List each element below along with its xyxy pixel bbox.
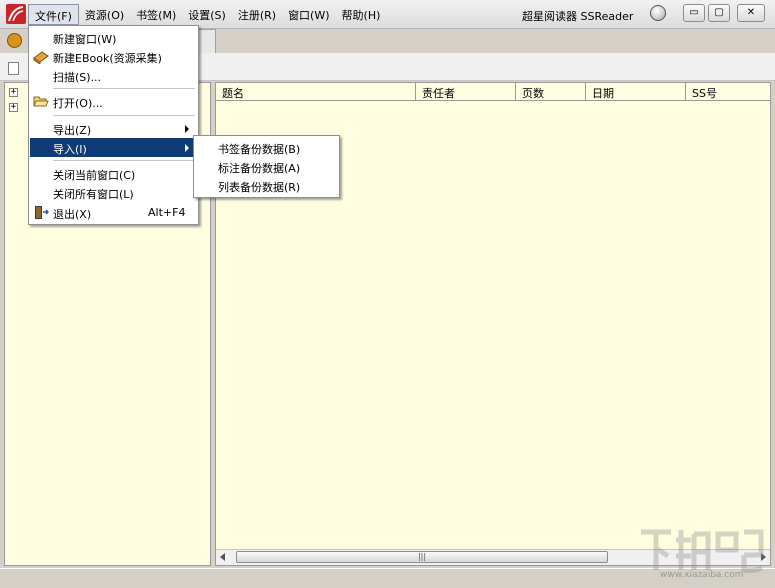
menu-bookmarks[interactable]: 书签(M) [130, 4, 182, 25]
submenu-bookmark-backup-label: 书签备份数据(B) [218, 143, 301, 156]
menu-file[interactable]: 文件(F) [28, 4, 79, 25]
maximize-button[interactable]: ▢ [708, 4, 730, 22]
tab-stub[interactable] [196, 29, 216, 54]
book-icon [33, 51, 49, 64]
menu-register[interactable]: 注册(R) [232, 4, 282, 25]
menu-open-label: 打开(O)... [53, 97, 103, 110]
menu-scan-label: 扫描(S)... [53, 71, 102, 84]
submenu-annotation-backup[interactable]: 标注备份数据(A) [195, 157, 338, 176]
scroll-left-icon[interactable] [220, 553, 225, 561]
minimize-button[interactable]: ▭ [683, 4, 705, 22]
column-date[interactable]: 日期 [586, 83, 686, 101]
import-submenu: 书签备份数据(B) 标注备份数据(A) 列表备份数据(R) [193, 135, 340, 198]
close-button[interactable]: ✕ [737, 4, 765, 22]
submenu-list-backup[interactable]: 列表备份数据(R) [195, 176, 338, 195]
submenu-bookmark-backup[interactable]: 书签备份数据(B) [195, 138, 338, 157]
folder-open-icon [33, 96, 49, 107]
menu-scan[interactable]: 扫描(S)... [30, 66, 197, 85]
submenu-arrow-icon [185, 125, 189, 133]
column-pages[interactable]: 页数 [516, 83, 586, 101]
menu-close-all[interactable]: 关闭所有窗口(L) [30, 183, 197, 202]
history-clock-icon[interactable] [7, 33, 22, 48]
menu-bar: 文件(F) 资源(O) 书签(M) 设置(S) 注册(R) 窗口(W) 帮助(H… [28, 4, 386, 26]
new-page-icon[interactable] [8, 62, 19, 75]
menu-exit[interactable]: 退出(X) Alt+F4 [30, 203, 197, 222]
menu-close-current-label: 关闭当前窗口(C) [53, 169, 136, 182]
submenu-list-backup-label: 列表备份数据(R) [218, 181, 301, 194]
column-ss-number[interactable]: SS号 [686, 83, 768, 101]
menu-new-window-label: 新建窗口(W) [53, 33, 117, 46]
menu-open[interactable]: 打开(O)... [30, 92, 197, 111]
menu-separator [53, 88, 195, 89]
menu-close-current[interactable]: 关闭当前窗口(C) [30, 164, 197, 183]
menu-import[interactable]: 导入(I) [30, 138, 197, 157]
scroll-thumb[interactable]: ||| [236, 551, 608, 563]
menu-new-ebook-label: 新建EBook(资源采集) [53, 52, 162, 65]
column-title[interactable]: 题名 [216, 83, 416, 101]
menu-separator [53, 115, 195, 116]
menu-new-window[interactable]: 新建窗口(W) [30, 28, 197, 47]
app-title: 超星阅读器 SSReader [522, 10, 634, 23]
ssreader-logo-icon[interactable] [6, 4, 26, 24]
menu-window[interactable]: 窗口(W) [282, 4, 335, 25]
menu-close-all-label: 关闭所有窗口(L) [53, 188, 134, 201]
menu-settings[interactable]: 设置(S) [182, 4, 232, 25]
menu-export-label: 导出(Z) [53, 124, 92, 137]
submenu-arrow-icon [185, 144, 189, 152]
menu-new-ebook[interactable]: 新建EBook(资源采集) [30, 47, 197, 66]
menu-export[interactable]: 导出(Z) [30, 119, 197, 138]
tree-expander-1[interactable]: + [9, 88, 18, 97]
submenu-annotation-backup-label: 标注备份数据(A) [218, 162, 301, 175]
watermark-text: www.xiazaiba.com [660, 570, 744, 580]
exit-door-icon [35, 206, 49, 219]
file-menu-dropdown: 新建窗口(W) 新建EBook(资源采集) 扫描(S)... 打开(O)... … [28, 25, 199, 225]
column-author[interactable]: 责任者 [416, 83, 516, 101]
menu-separator [53, 160, 195, 161]
menu-exit-shortcut: Alt+F4 [148, 206, 186, 219]
tree-expander-2[interactable]: + [9, 103, 18, 112]
orb-icon[interactable] [650, 5, 666, 21]
menu-help[interactable]: 帮助(H) [336, 4, 387, 25]
menu-exit-label: 退出(X) [53, 208, 92, 221]
list-header: 题名 责任者 页数 日期 SS号 [216, 83, 770, 101]
menu-import-label: 导入(I) [53, 143, 87, 156]
menu-resources[interactable]: 资源(O) [79, 4, 130, 25]
